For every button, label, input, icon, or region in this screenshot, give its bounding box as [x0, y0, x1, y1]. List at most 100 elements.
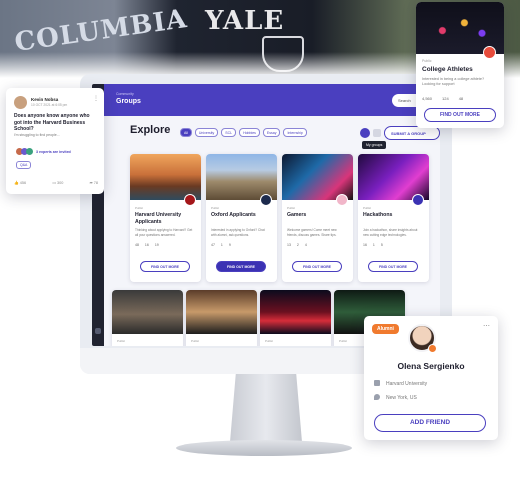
breadcrumb[interactable]: Community — [116, 92, 134, 96]
add-group-icon[interactable] — [360, 128, 370, 138]
college-athletes-card[interactable]: Public College Athletes Interested in be… — [416, 2, 504, 128]
page-title: Groups — [116, 98, 141, 105]
filter-chips: All University SCL Hobbies Essay Interns… — [180, 128, 307, 137]
share-count: 78 — [93, 181, 98, 185]
invited-experts[interactable]: 3 experts are invited — [16, 148, 71, 155]
filter-chip-scl[interactable]: SCL — [221, 128, 237, 137]
group-stats: 16 1 5 — [363, 243, 383, 247]
group-visibility: Public — [117, 339, 126, 343]
find-out-more-button[interactable]: FIND OUT MORE — [292, 261, 342, 272]
app-screen: Community Groups Search Explore All Univ… — [92, 84, 440, 346]
experts-invited-label: 3 experts are invited — [36, 150, 71, 154]
posts-count: 124 — [442, 96, 449, 101]
sidebar-settings-icon[interactable] — [95, 328, 101, 334]
find-out-more-button[interactable]: FIND OUT MORE — [216, 261, 266, 272]
posts-count: 16 — [144, 243, 149, 247]
group-badge-icon — [412, 194, 424, 206]
filter-chip-essay[interactable]: Essay — [262, 128, 281, 137]
events-count: 5 — [380, 243, 383, 247]
group-card[interactable]: Public — [260, 290, 331, 346]
expert-avatar — [26, 148, 33, 155]
group-name[interactable]: Oxford Applicants — [211, 212, 271, 219]
my-groups-icon[interactable] — [373, 129, 381, 137]
more-options-icon[interactable]: ⋯ — [483, 322, 490, 330]
group-description: Join a hackathon, share insights about n… — [363, 228, 418, 237]
submit-group-button[interactable]: SUBMIT A GROUP — [384, 126, 440, 140]
profile-card[interactable]: Alumni ⋯ Olena Sergienko Harvard Univers… — [364, 316, 498, 440]
group-card[interactable]: Public Oxford Applicants Interested in a… — [206, 154, 277, 282]
group-visibility: Public — [265, 339, 274, 343]
members-count: 48 — [135, 243, 139, 247]
group-visibility: Public — [339, 339, 348, 343]
group-badge-icon — [260, 194, 272, 206]
top-bar: Community Groups Search — [104, 84, 440, 116]
post-body: I'm struggling to find people... — [14, 133, 60, 137]
filter-chip-university[interactable]: University — [194, 128, 219, 137]
group-card-image — [186, 290, 257, 334]
alumni-badge: Alumni — [372, 324, 399, 334]
post-question: Does anyone know anyone who got into the… — [14, 113, 90, 132]
group-card[interactable]: Public Hackathons Join a hackathon, shar… — [358, 154, 429, 282]
find-out-more-button[interactable]: FIND OUT MORE — [140, 261, 190, 272]
group-description: Interested in applying to Oxford? Chat w… — [211, 228, 265, 237]
group-visibility: Public — [211, 206, 220, 210]
group-stats: 4,560 124 48 — [422, 96, 463, 101]
group-name[interactable]: Harvard University Applicants — [135, 212, 195, 226]
avatar[interactable] — [14, 96, 27, 109]
profile-name[interactable]: Olena Sergienko — [364, 361, 498, 371]
group-visibility: Public — [191, 339, 200, 343]
more-options-icon[interactable]: ⋮ — [93, 95, 99, 102]
like-count: 456 — [19, 181, 27, 185]
add-friend-button[interactable]: ADD FRIEND — [374, 414, 486, 432]
profile-location: New York, US — [374, 394, 417, 401]
find-out-more-button[interactable]: FIND OUT MORE — [368, 261, 418, 272]
group-card[interactable]: Public Harvard University Applicants Thi… — [130, 154, 201, 282]
group-stats: 47 1 9 — [211, 243, 231, 247]
post-actions: 👍 456 ▭ 300 ➦ 78 — [14, 180, 98, 185]
comment-count: 300 — [56, 181, 64, 185]
qa-tag[interactable]: Q&A — [16, 161, 32, 169]
post-timestamp: 10 OCT 2021 at 6:05 pm — [31, 103, 68, 107]
explore-heading: Explore — [130, 124, 171, 136]
members-count: 13 — [287, 243, 291, 247]
group-badge-icon — [184, 194, 196, 206]
filter-chip-internship[interactable]: Internship — [283, 128, 307, 137]
group-description: Interested in being a college athlete? L… — [422, 77, 485, 86]
group-name[interactable]: Hackathons — [363, 212, 423, 219]
my-groups-tooltip: My groups — [362, 141, 387, 149]
group-visibility: Public — [287, 206, 296, 210]
group-card[interactable]: Public Gamers Welcome gamers! Come meet … — [282, 154, 353, 282]
group-name[interactable]: College Athletes — [422, 66, 473, 73]
group-card[interactable]: Public — [112, 290, 183, 346]
events-count: 4 — [304, 243, 307, 247]
group-visibility: Public — [422, 59, 432, 63]
group-card-image — [112, 290, 183, 334]
posts-count: 1 — [220, 243, 223, 247]
members-count: 4,560 — [422, 96, 433, 101]
comment-button[interactable]: ▭ 300 — [52, 180, 63, 185]
building-icon — [374, 380, 380, 386]
filter-chip-hobbies[interactable]: Hobbies — [239, 128, 260, 137]
alumni-badge-icon — [428, 344, 437, 353]
profile-school: Harvard University — [374, 380, 427, 387]
share-button[interactable]: ➦ 78 — [90, 180, 98, 185]
members-count: 47 — [211, 243, 215, 247]
group-badge-icon — [483, 46, 496, 59]
group-card[interactable]: Public — [186, 290, 257, 346]
find-out-more-button[interactable]: FIND OUT MORE — [424, 108, 496, 122]
like-button[interactable]: 👍 456 — [14, 180, 26, 185]
posts-count: 2 — [296, 243, 299, 247]
group-description: Thinking about applying to Harvard? Get … — [135, 228, 193, 237]
group-visibility: Public — [363, 206, 372, 210]
question-post-card[interactable]: Kevin Nobsa 10 OCT 2021 at 6:05 pm ⋮ Doe… — [6, 88, 104, 194]
monitor-neck — [230, 374, 302, 442]
events-count: 19 — [154, 243, 159, 247]
post-author[interactable]: Kevin Nobsa — [31, 97, 58, 102]
events-count: 9 — [228, 243, 231, 247]
group-description: Welcome gamers! Come meet new friends, d… — [287, 228, 337, 237]
shirt-text-columbia: COLUMBIA — [12, 4, 190, 58]
shirt-text-yale: YALE — [205, 6, 285, 36]
location-pin-icon — [374, 394, 380, 400]
filter-chip-all[interactable]: All — [180, 128, 192, 137]
group-name[interactable]: Gamers — [287, 212, 347, 219]
